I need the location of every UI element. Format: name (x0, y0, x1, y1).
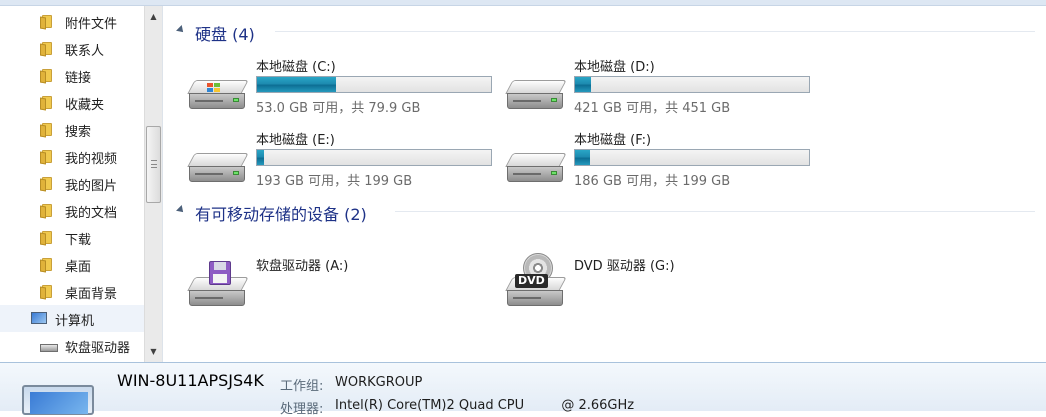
grip-icon (151, 160, 157, 168)
capacity-bar (574, 149, 810, 166)
sidebar-item[interactable]: 我的图片 (0, 170, 144, 197)
drive-f[interactable]: 本地磁盘 (F:) 186 GB 可用，共 199 GB (481, 129, 810, 189)
collapse-triangle-icon[interactable] (176, 25, 186, 35)
sidebar-item[interactable]: 收藏夹 (0, 89, 144, 116)
details-pane: WIN-8U11APSJS4K 工作组: WORKGROUP 处理器: Inte… (0, 362, 1046, 417)
navigation-scrollbar[interactable]: ▲ ▼ (144, 6, 162, 362)
folder-icon (40, 283, 56, 300)
sidebar-item-label: 我的文档 (65, 206, 118, 221)
dvd-drive-icon: DVD (505, 253, 567, 309)
sidebar-item-floppy[interactable]: 软盘驱动器 (0, 332, 144, 359)
folder-icon (40, 13, 56, 30)
scroll-up-arrow-icon[interactable]: ▲ (145, 8, 162, 25)
favorites-folder-icon (40, 94, 56, 111)
capacity-fill (257, 77, 336, 92)
hard-drive-icon (505, 153, 567, 185)
windows-logo-icon (207, 83, 220, 92)
floppy-drive-icon (40, 344, 58, 352)
workgroup-label: 工作组: (280, 379, 324, 394)
sidebar-item-label: 我的图片 (65, 179, 118, 194)
group-divider (395, 211, 1035, 212)
pictures-folder-icon (40, 175, 56, 192)
drive-e[interactable]: 本地磁盘 (E:) 193 GB 可用，共 199 GB (163, 129, 492, 189)
drive-space-info: 193 GB 可用，共 199 GB (256, 174, 413, 189)
workgroup-value: WORKGROUP (335, 375, 423, 390)
drive-space-info: 53.0 GB 可用，共 79.9 GB (256, 101, 421, 116)
capacity-bar (256, 76, 492, 93)
sidebar-item[interactable]: 链接 (0, 62, 144, 89)
sidebar-item[interactable]: 下载 (0, 224, 144, 251)
desktop-folder-icon (40, 256, 56, 273)
sidebar-item-label: 附件文件 (65, 17, 118, 32)
sidebar-item-label: 桌面背景 (65, 287, 118, 302)
computer-icon (31, 312, 47, 324)
sidebar-item[interactable]: 附件文件 (0, 8, 144, 35)
downloads-folder-icon (40, 229, 56, 246)
sidebar-item[interactable]: 联系人 (0, 35, 144, 62)
sidebar-item[interactable]: 桌面背景 (0, 278, 144, 305)
contacts-folder-icon (40, 40, 56, 57)
drive-a-floppy[interactable]: 软盘驱动器 (A:) (163, 253, 483, 313)
drive-name: 本地磁盘 (C:) (256, 60, 336, 75)
scroll-down-arrow-icon[interactable]: ▼ (145, 343, 162, 360)
drive-name: 本地磁盘 (E:) (256, 133, 335, 148)
drive-space-info: 421 GB 可用，共 451 GB (574, 101, 731, 116)
hard-drive-icon (187, 80, 249, 112)
floppy-drive-icon (187, 261, 249, 309)
group-title: 有可移动存储的设备 (2) (195, 205, 367, 224)
group-divider (275, 31, 1035, 32)
drive-name: 软盘驱动器 (A:) (256, 259, 349, 274)
group-header-removable[interactable]: 有可移动存储的设备 (2) (163, 201, 1043, 224)
sidebar-item-label: 软盘驱动器 (65, 341, 131, 356)
group-title: 硬盘 (4) (195, 25, 255, 44)
processor-label: 处理器: (280, 402, 324, 417)
hard-drive-icon (505, 80, 567, 112)
sidebar-item-label: 联系人 (65, 44, 105, 59)
collapse-triangle-icon[interactable] (176, 205, 186, 215)
navigation-pane: 附件文件联系人链接收藏夹搜索我的视频我的图片我的文档下载桌面桌面背景计算机软盘驱… (0, 6, 163, 362)
drive-c[interactable]: 本地磁盘 (C:) 53.0 GB 可用，共 79.9 GB (163, 56, 492, 116)
dvd-badge: DVD (515, 274, 548, 288)
capacity-fill (575, 77, 591, 92)
sidebar-item-label: 搜索 (65, 125, 92, 140)
content-pane: 硬盘 (4) 本地磁盘 (C:) 53.0 GB 可用，共 79.9 GB 本地… (163, 6, 1046, 362)
links-folder-icon (40, 67, 56, 84)
drive-space-info: 186 GB 可用，共 199 GB (574, 174, 731, 189)
capacity-bar (574, 76, 810, 93)
group-header-hard-disks[interactable]: 硬盘 (4) (163, 21, 1043, 44)
scrollbar-thumb[interactable] (146, 126, 161, 203)
drive-d[interactable]: 本地磁盘 (D:) 421 GB 可用，共 451 GB (481, 56, 810, 116)
drive-g-dvd[interactable]: DVD DVD 驱动器 (G:) (481, 253, 801, 313)
hard-drive-icon (187, 153, 249, 185)
sidebar-item-label: 计算机 (55, 314, 95, 329)
sidebar-item[interactable]: 我的文档 (0, 197, 144, 224)
documents-folder-icon (40, 202, 56, 219)
sidebar-item-label: 收藏夹 (65, 98, 105, 113)
sidebar-item-label: 下载 (65, 233, 92, 248)
sidebar-item[interactable]: 搜索 (0, 116, 144, 143)
sidebar-item[interactable]: 桌面 (0, 251, 144, 278)
search-folder-icon (40, 121, 56, 138)
sidebar-item-label: 桌面 (65, 260, 92, 275)
drive-name: 本地磁盘 (F:) (574, 133, 652, 148)
drive-name: DVD 驱动器 (G:) (574, 259, 675, 274)
videos-folder-icon (40, 148, 56, 165)
sidebar-item-label: 我的视频 (65, 152, 118, 167)
sidebar-item-computer[interactable]: 计算机 (0, 305, 144, 332)
capacity-fill (257, 150, 265, 165)
capacity-fill (575, 150, 591, 165)
sidebar-item-label: 链接 (65, 71, 92, 86)
floppy-disk-icon (209, 261, 231, 285)
capacity-bar (256, 149, 492, 166)
computer-name: WIN-8U11APSJS4K (117, 371, 264, 390)
drive-name: 本地磁盘 (D:) (574, 60, 655, 75)
sidebar-item[interactable]: 我的视频 (0, 143, 144, 170)
